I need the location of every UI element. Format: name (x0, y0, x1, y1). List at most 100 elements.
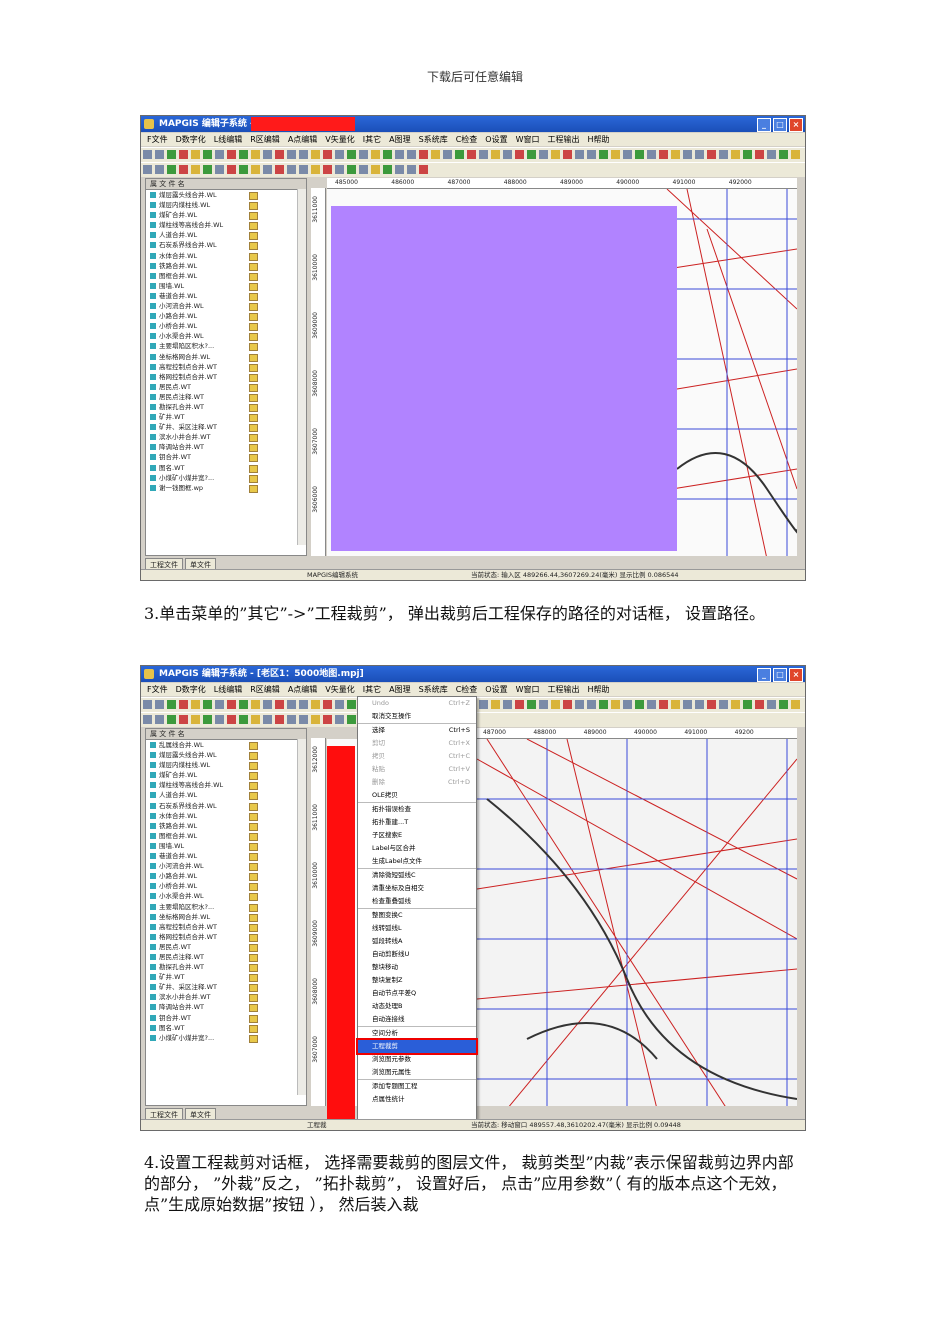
layer-item[interactable]: 矿井、采区注释.WT (146, 982, 306, 993)
menu-item[interactable]: 整图变换C (358, 908, 476, 922)
tool-icon[interactable] (695, 150, 704, 159)
tool-icon[interactable] (503, 150, 512, 159)
tool-icon[interactable] (323, 150, 332, 159)
layer-item[interactable]: 高程控制点合并.WT (146, 922, 306, 932)
menu-item[interactable]: A图理 (389, 684, 410, 695)
tool-icon[interactable] (755, 150, 764, 159)
tool-icon[interactable] (683, 150, 692, 159)
menu-item[interactable]: 子区搜索E (358, 829, 476, 842)
menu-item[interactable]: 清重坐标及自相交 (358, 882, 476, 895)
menu-item[interactable]: Undo Ctrl+Z (358, 697, 476, 710)
menu-item[interactable]: S系统库 (419, 684, 448, 695)
tool-icon[interactable] (251, 700, 260, 709)
tool-icon[interactable] (599, 700, 608, 709)
tool-icon[interactable] (275, 715, 284, 724)
tool-icon[interactable] (299, 165, 308, 174)
menu-item[interactable]: I其它 (363, 134, 381, 145)
menu-item[interactable]: R区编辑 (250, 684, 280, 695)
tool-icon[interactable] (659, 150, 668, 159)
layer-item[interactable]: 格网控制点合并.WT (146, 372, 306, 382)
scrollbar[interactable] (297, 189, 306, 545)
layer-item[interactable]: 降调站合并.WT (146, 1002, 306, 1013)
minimize-icon[interactable]: _ (757, 118, 771, 132)
tool-icon[interactable] (191, 165, 200, 174)
menu-item[interactable]: 整块复制Z (358, 974, 476, 987)
layer-item[interactable]: 小河流合并.WL (146, 861, 306, 872)
tool-icon[interactable] (395, 150, 404, 159)
tool-icon[interactable] (563, 150, 572, 159)
menu-item[interactable]: 浏览图元参数 (358, 1053, 476, 1066)
minimize-icon[interactable]: _ (757, 668, 771, 682)
tool-icon[interactable] (671, 150, 680, 159)
menu-item[interactable]: O设置 (485, 684, 507, 695)
layer-item[interactable]: 图名.WT (146, 463, 306, 473)
tool-icon[interactable] (419, 165, 428, 174)
layer-item[interactable]: 人道合并.WL (146, 790, 306, 801)
menu-item[interactable]: V矢量化 (325, 134, 354, 145)
tool-icon[interactable] (227, 700, 236, 709)
menu-item[interactable]: C检查 (456, 684, 478, 695)
layer-item[interactable]: 矿井.WT (146, 972, 306, 983)
tool-icon[interactable] (287, 150, 296, 159)
tool-icon[interactable] (299, 700, 308, 709)
menu-item[interactable]: D数字化 (176, 134, 206, 145)
tool-icon[interactable] (467, 150, 476, 159)
menu-item[interactable]: 取消交互操作 (358, 710, 476, 723)
tool-icon[interactable] (707, 150, 716, 159)
menu-item[interactable]: 自动连接线 (358, 1013, 476, 1026)
tool-icon[interactable] (479, 700, 488, 709)
menu-item[interactable]: L线编辑 (214, 684, 242, 695)
tool-icon[interactable] (599, 150, 608, 159)
tool-icon[interactable] (731, 150, 740, 159)
tool-icon[interactable] (335, 150, 344, 159)
layer-item[interactable]: 石炭系界线合并.WL (146, 801, 306, 811)
maximize-icon[interactable]: □ (773, 118, 787, 132)
tool-icon[interactable] (167, 700, 176, 709)
layer-item[interactable]: 围墙.WL (146, 841, 306, 852)
menu-item[interactable]: F文件 (147, 134, 168, 145)
menu-item[interactable]: 粘贴 Ctrl+V (358, 763, 476, 776)
tool-icon[interactable] (179, 715, 188, 724)
tool-icon[interactable] (143, 715, 152, 724)
layer-item[interactable]: 小桥合并.WL (146, 321, 306, 332)
tool-icon[interactable] (791, 700, 800, 709)
tool-icon[interactable] (407, 165, 416, 174)
tool-icon[interactable] (179, 700, 188, 709)
tool-icon[interactable] (155, 150, 164, 159)
tool-icon[interactable] (227, 165, 236, 174)
tool-icon[interactable] (167, 165, 176, 174)
layer-item[interactable]: 石炭系界线合并.WL (146, 240, 306, 251)
layer-item[interactable]: 小路合并.WL (146, 311, 306, 322)
tool-icon[interactable] (167, 715, 176, 724)
tool-icon[interactable] (575, 700, 584, 709)
tool-icon[interactable] (323, 715, 332, 724)
tool-icon[interactable] (743, 700, 752, 709)
tool-icon[interactable] (215, 165, 224, 174)
tool-icon[interactable] (287, 715, 296, 724)
layer-item[interactable]: 居民点.WT (146, 382, 306, 392)
tool-icon[interactable] (431, 150, 440, 159)
tool-icon[interactable] (563, 700, 572, 709)
menu-item[interactable]: L线编辑 (214, 134, 242, 145)
layer-item[interactable]: 煤层露头线合并.WL (146, 750, 306, 761)
tool-icon[interactable] (455, 150, 464, 159)
tool-icon[interactable] (623, 700, 632, 709)
tool-icon[interactable] (227, 150, 236, 159)
layer-item[interactable]: 铁路合并.WL (146, 261, 306, 271)
tool-icon[interactable] (335, 700, 344, 709)
tool-icon[interactable] (179, 165, 188, 174)
tool-icon[interactable] (323, 700, 332, 709)
menu-item[interactable]: 工程输出 (548, 684, 580, 695)
tool-icon[interactable] (575, 150, 584, 159)
tool-icon[interactable] (143, 700, 152, 709)
layer-item[interactable]: 煤柱线等高线合并.WL (146, 220, 306, 231)
menu-item[interactable]: I其它 (363, 684, 381, 695)
layer-item[interactable]: 居民点注释.WT (146, 952, 306, 963)
layer-item[interactable]: 小煤矿小煤井宽?... (146, 1033, 306, 1043)
menu-item[interactable]: 整块移动 (358, 961, 476, 974)
tool-icon[interactable] (611, 150, 620, 159)
tool-icon[interactable] (587, 700, 596, 709)
tool-icon[interactable] (239, 150, 248, 159)
tool-icon[interactable] (527, 700, 536, 709)
menu-item[interactable]: 删除 Ctrl+D (358, 776, 476, 789)
